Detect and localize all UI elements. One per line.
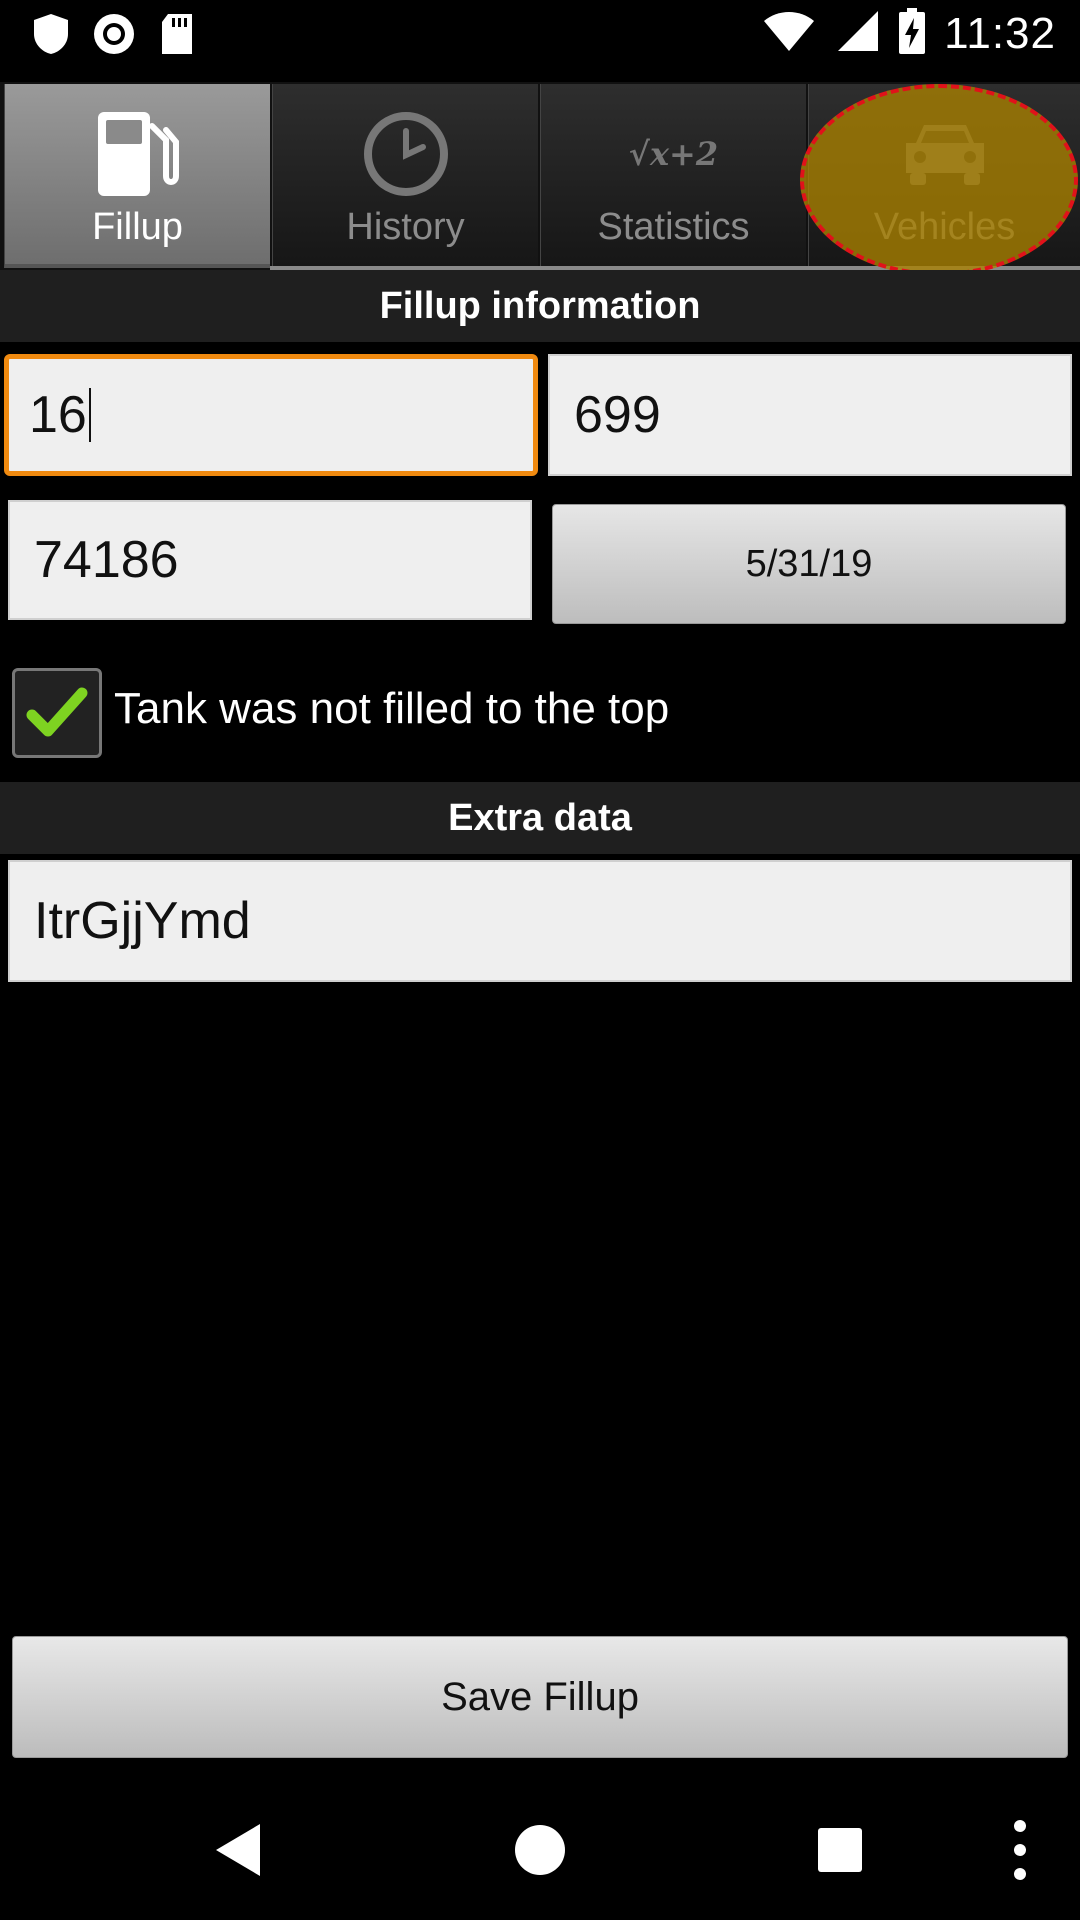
sd-card-icon	[158, 12, 196, 61]
tab-label-statistics: Statistics	[597, 206, 750, 248]
extra-data-field[interactable]: ItrGjjYmd	[8, 860, 1072, 982]
fillup-section-header: Fillup information	[0, 270, 1080, 342]
back-button[interactable]	[200, 1780, 280, 1920]
formula-icon: √x+2	[619, 104, 729, 204]
home-icon	[515, 1825, 565, 1875]
partial-fill-checkbox[interactable]	[12, 668, 102, 758]
shield-icon	[32, 12, 70, 61]
tab-history[interactable]: History	[272, 84, 538, 268]
tab-vehicles[interactable]: Vehicles	[808, 84, 1080, 268]
home-button[interactable]	[500, 1780, 580, 1920]
recents-icon	[818, 1828, 862, 1872]
fillup-field-3[interactable]: 74186	[8, 500, 532, 620]
fillup-field-1[interactable]: 16	[4, 354, 538, 476]
tab-label-history: History	[346, 206, 465, 248]
partial-fill-label[interactable]: Tank was not filled to the top	[114, 684, 669, 734]
tab-label-fillup: Fillup	[92, 206, 183, 248]
recents-button[interactable]	[800, 1780, 880, 1920]
tab-fillup[interactable]: Fillup	[4, 84, 270, 268]
save-fillup-button[interactable]: Save Fillup	[12, 1636, 1068, 1758]
navigation-bar	[0, 1780, 1080, 1920]
wifi-icon	[762, 9, 816, 58]
extra-data-value: ItrGjjYmd	[34, 892, 251, 950]
more-vert-icon	[1014, 1820, 1026, 1880]
fillup-field-3-value: 74186	[34, 531, 179, 589]
tab-statistics[interactable]: √x+2 Statistics	[540, 84, 806, 268]
check-icon	[26, 687, 88, 737]
date-button[interactable]: 5/31/19	[552, 504, 1066, 624]
record-icon	[92, 12, 136, 61]
text-cursor	[88, 388, 91, 442]
fuel-pump-icon	[83, 104, 193, 204]
fillup-field-1-value: 16	[29, 386, 87, 444]
clock-icon	[351, 104, 461, 204]
fillup-field-2[interactable]: 699	[548, 354, 1072, 476]
car-icon	[890, 104, 1000, 204]
tab-bar: Fillup History √x+2 Statistics Vehicles	[0, 82, 1080, 274]
back-icon	[216, 1824, 260, 1876]
battery-charging-icon	[898, 8, 926, 59]
status-bar: 11:32	[0, 0, 1080, 76]
tab-label-vehicles: Vehicles	[873, 206, 1016, 248]
fillup-field-2-value: 699	[574, 386, 661, 444]
extra-section-header: Extra data	[0, 782, 1080, 854]
formula-text: √x+2	[628, 135, 719, 173]
status-time: 11:32	[944, 8, 1056, 58]
overflow-menu-button[interactable]	[1000, 1780, 1040, 1920]
cell-signal-icon	[834, 9, 880, 58]
